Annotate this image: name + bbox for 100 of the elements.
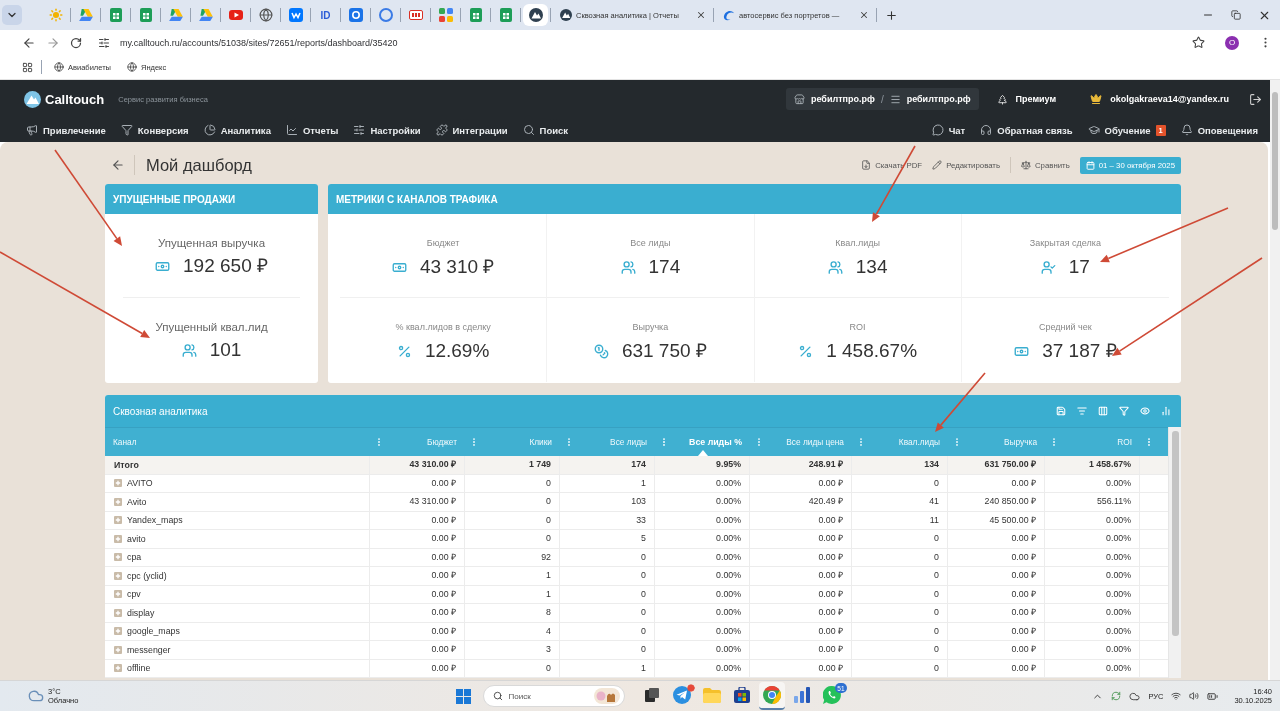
nav-item[interactable]: Чат bbox=[931, 124, 966, 136]
start-grid-icon[interactable] bbox=[455, 688, 471, 704]
table-cell: 0 bbox=[852, 530, 948, 548]
expand-plus-icon[interactable] bbox=[114, 627, 122, 636]
table-cell: 0.00 ₽ bbox=[750, 474, 852, 492]
plan-button[interactable]: Премиум bbox=[996, 93, 1057, 105]
table-cell: 41 bbox=[852, 493, 948, 511]
table-cell: 0.00% bbox=[655, 511, 750, 529]
expand-plus-icon[interactable] bbox=[114, 664, 122, 673]
expand-plus-icon[interactable] bbox=[114, 608, 122, 617]
expand-plus-icon[interactable] bbox=[114, 516, 122, 525]
user-button[interactable]: okolgakraeva14@yandex.ru bbox=[1090, 93, 1229, 105]
round-browser-icon bbox=[762, 686, 781, 704]
wifi-icon[interactable] bbox=[1171, 691, 1182, 701]
nav-item[interactable]: Отчеты bbox=[285, 124, 339, 136]
pinned-tab[interactable] bbox=[523, 4, 548, 26]
expand-plus-icon[interactable] bbox=[114, 590, 122, 599]
forward-icon[interactable] bbox=[46, 35, 60, 50]
table-cell: 0 bbox=[560, 604, 655, 622]
table-cell: 1 bbox=[465, 567, 560, 585]
bell-icon bbox=[1180, 124, 1193, 136]
metric-label: ROI bbox=[849, 321, 866, 333]
table-cell: 420.49 ₽ bbox=[750, 493, 852, 511]
nav-item[interactable]: Поиск bbox=[522, 124, 569, 136]
table-cell: 0.00 ₽ bbox=[370, 567, 465, 585]
tab-search-button[interactable] bbox=[2, 5, 22, 25]
search-field[interactable]: Поиск bbox=[482, 685, 625, 707]
back-icon[interactable] bbox=[22, 35, 36, 50]
table-cell: 631 750.00 ₽ bbox=[948, 456, 1045, 474]
table-cell: 0.00 ₽ bbox=[948, 641, 1045, 659]
site-button[interactable]: ребилтпро.рф bbox=[889, 93, 971, 105]
funnel-icon bbox=[120, 124, 133, 136]
reload-icon[interactable] bbox=[70, 36, 82, 49]
eye-icon[interactable] bbox=[1140, 406, 1150, 416]
nav-item[interactable]: Интеграции bbox=[435, 124, 508, 136]
funnel-icon[interactable] bbox=[1119, 406, 1129, 416]
cloud-icon[interactable] bbox=[1129, 690, 1141, 702]
restore-icon[interactable] bbox=[1231, 10, 1241, 20]
battery-icon[interactable] bbox=[1207, 690, 1219, 702]
circle-tile-icon bbox=[348, 8, 363, 22]
close-icon[interactable] bbox=[696, 10, 706, 20]
page-scrollbar[interactable] bbox=[1270, 80, 1280, 680]
table-cell: 174 bbox=[560, 456, 655, 474]
expand-plus-icon[interactable] bbox=[114, 534, 122, 543]
expand-plus-icon[interactable] bbox=[114, 553, 122, 562]
refresh-icon[interactable] bbox=[1111, 691, 1122, 701]
table-cell: 0.00% bbox=[1045, 585, 1140, 603]
columns-icon[interactable] bbox=[1098, 406, 1108, 416]
table-cell: 0.00 ₽ bbox=[370, 530, 465, 548]
table-cell: 0.00 ₽ bbox=[370, 604, 465, 622]
nav-item[interactable]: Аналитика bbox=[203, 124, 271, 136]
channel-name: cpv bbox=[127, 589, 141, 600]
metric-value: 192 650 ₽ bbox=[183, 254, 268, 278]
table-cell: 0.00 ₽ bbox=[948, 567, 1045, 585]
site-settings-icon[interactable] bbox=[98, 36, 110, 49]
nav-item[interactable]: Привлечение bbox=[26, 124, 106, 136]
table-cell: 0.00 ₽ bbox=[750, 604, 852, 622]
channel-name: google_maps bbox=[127, 626, 180, 637]
mountain-logo-icon bbox=[528, 8, 543, 22]
table-cell: 5 bbox=[560, 530, 655, 548]
table-cell: 0.00 ₽ bbox=[750, 567, 852, 585]
floppy-icon[interactable] bbox=[1056, 406, 1066, 416]
metric-label: Закрытая сделка bbox=[1029, 237, 1101, 249]
expand-plus-icon[interactable] bbox=[114, 571, 122, 580]
profile-avatar[interactable]: O bbox=[1225, 35, 1239, 50]
nav-item[interactable]: Настройки bbox=[353, 124, 421, 136]
table-cell: 0.00% bbox=[655, 659, 750, 677]
nav-item[interactable]: Оповещения bbox=[1180, 124, 1258, 136]
apps-grid-icon[interactable] bbox=[22, 61, 33, 73]
metric-value: 174 bbox=[648, 255, 681, 279]
nav-item[interactable]: Обратная связь bbox=[980, 124, 1073, 136]
table-scrollbar[interactable] bbox=[1168, 427, 1181, 678]
filter-lines-icon[interactable] bbox=[1077, 406, 1087, 416]
table-cell: 0.00% bbox=[1045, 511, 1140, 529]
metric-value: 101 bbox=[209, 338, 242, 362]
metric-label: Упущенный квал.лид bbox=[155, 320, 268, 334]
expand-plus-icon[interactable] bbox=[114, 497, 122, 506]
new-tab-icon[interactable] bbox=[884, 8, 898, 22]
tree-icon bbox=[996, 93, 1008, 105]
table-cell: 0 bbox=[465, 474, 560, 492]
pinned-tab[interactable]: ID bbox=[313, 4, 338, 26]
bar-chart-icon[interactable] bbox=[1161, 406, 1171, 416]
expand-plus-icon[interactable] bbox=[114, 479, 122, 488]
close-icon[interactable] bbox=[859, 10, 869, 20]
highlight-picture-icon[interactable] bbox=[593, 688, 620, 704]
bookmark-star-icon[interactable] bbox=[1192, 36, 1205, 49]
speaker-icon[interactable] bbox=[1189, 691, 1200, 701]
table-cell: 3 bbox=[465, 641, 560, 659]
table-cell: 0.00% bbox=[655, 530, 750, 548]
striped-tile-icon bbox=[408, 10, 423, 20]
address-bar[interactable]: my.calltouch.ru/accounts/51038/sites/72651/reports/dashboard/35420 bbox=[120, 37, 398, 48]
table-cell: 0.00% bbox=[655, 548, 750, 566]
nav-item[interactable]: Конверсия bbox=[120, 124, 189, 136]
expand-plus-icon[interactable] bbox=[114, 645, 122, 654]
logout-icon[interactable] bbox=[1249, 92, 1262, 106]
search-input[interactable]: Поиск bbox=[508, 689, 588, 703]
line-chart-icon bbox=[285, 124, 298, 136]
window-stack-icon bbox=[644, 688, 659, 702]
site-button[interactable]: ребилтпро.рф bbox=[793, 93, 875, 105]
paper-plane-icon bbox=[672, 686, 691, 704]
